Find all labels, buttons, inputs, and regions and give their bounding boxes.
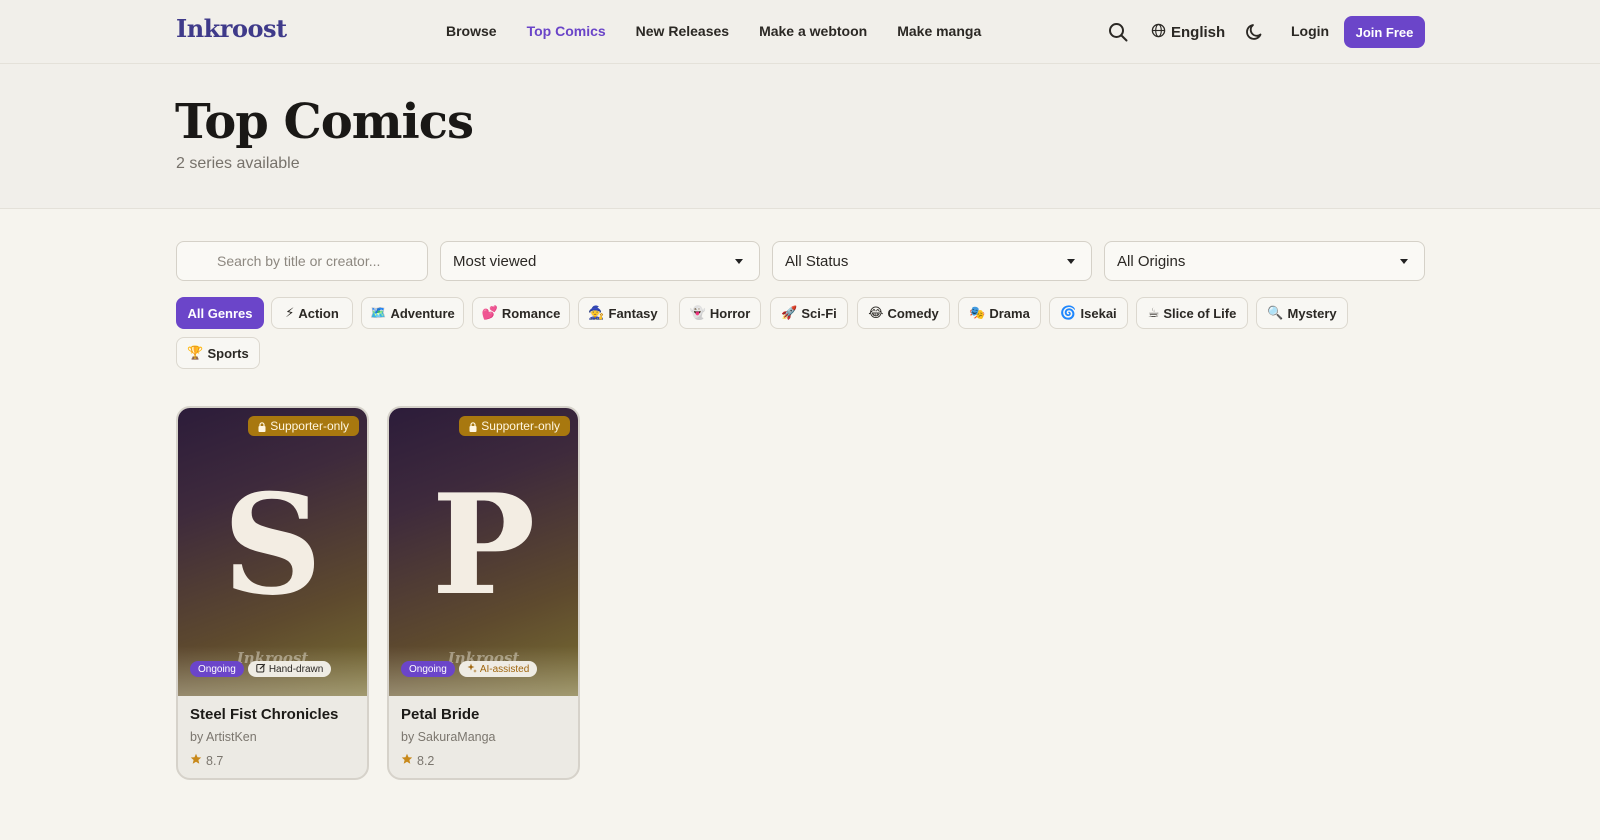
creation-method-badge: AI-assisted [458, 661, 538, 677]
login-link[interactable]: Login [1291, 23, 1329, 39]
language-selector[interactable]: English [1151, 22, 1225, 42]
comic-cover: S Inkroost Supporter-only [178, 408, 367, 696]
genre-chip-all[interactable]: All Genres [176, 297, 264, 329]
rating-value: 8.2 [417, 753, 435, 768]
supporter-badge-label: Supporter-only [270, 419, 349, 433]
comic-card[interactable]: S Inkroost Supporter-only Ongoing Hand-d… [176, 406, 369, 780]
card-tags: Ongoing Hand-drawn [190, 661, 332, 677]
origin-select[interactable]: All Origins [1104, 241, 1425, 281]
genre-emoji-icon: 👻 [689, 305, 706, 320]
supporter-badge: Supporter-only [248, 416, 359, 436]
genre-chip-comedy[interactable]: 😂 Comedy [857, 297, 950, 329]
genre-chip-drama[interactable]: 🎭 Drama [958, 297, 1041, 329]
status-select-value: All Status [785, 252, 849, 270]
genre-emoji-icon: 🗺️ [370, 305, 387, 320]
genre-chip-sci-fi[interactable]: 🚀 Sci-Fi [770, 297, 848, 329]
genre-emoji-icon: ☕ [1147, 305, 1160, 320]
genre-emoji-icon: 🌀 [1060, 305, 1077, 320]
genre-chip-sports[interactable]: 🏆 Sports [176, 337, 260, 369]
chevron-down-icon [1400, 259, 1408, 264]
language-label: English [1171, 23, 1226, 41]
join-free-button[interactable]: Join Free [1344, 16, 1425, 48]
genre-chip-label: Comedy [887, 305, 939, 321]
top-header: Inkroost Browse Top Comics New Releases … [0, 0, 1600, 64]
series-count: 2 series available [176, 155, 300, 172]
comic-cover: P Inkroost Supporter-only [389, 408, 578, 696]
star-icon [401, 753, 413, 768]
comic-rating: 8.7 [190, 753, 223, 768]
status-select[interactable]: All Status [772, 241, 1092, 281]
creation-method-label: AI-assisted [479, 663, 530, 675]
genre-emoji-icon: 🧙 [588, 305, 605, 320]
nav-top-comics[interactable]: Top Comics [527, 23, 606, 39]
genre-chip-mystery[interactable]: 🔍 Mystery [1256, 297, 1348, 329]
search-input[interactable] [176, 241, 428, 281]
genre-chip-horror[interactable]: 👻 Horror [679, 297, 761, 329]
creation-method-label: Hand-drawn [268, 663, 324, 675]
comic-creator: by ArtistKen [190, 730, 257, 744]
supporter-badge-label: Supporter-only [481, 419, 560, 433]
cover-letter: S [222, 463, 323, 626]
genre-chip-slice-of-life[interactable]: ☕ Slice of Life [1136, 297, 1248, 329]
nav-browse[interactable]: Browse [446, 23, 497, 39]
lock-icon [258, 421, 266, 432]
origin-select-value: All Origins [1117, 252, 1186, 270]
genre-chip-label: Action [298, 305, 339, 321]
genre-emoji-icon: 💕 [481, 305, 498, 320]
supporter-badge: Supporter-only [459, 416, 570, 436]
card-tags: Ongoing AI-assisted [401, 661, 538, 677]
genre-chip-fantasy[interactable]: 🧙 Fantasy [578, 297, 668, 329]
comic-creator: by SakuraManga [401, 730, 496, 744]
genre-chip-romance[interactable]: 💕 Romance [472, 297, 570, 329]
genre-chip-label: Adventure [390, 305, 455, 321]
cover-letter: P [431, 463, 536, 626]
main-nav: Browse Top Comics New Releases Make a we… [446, 23, 981, 39]
star-icon [190, 753, 202, 768]
genre-chip-label: Fantasy [608, 305, 658, 321]
status-badge: Ongoing [401, 661, 455, 677]
genre-chip-action[interactable]: ⚡ Action [271, 297, 353, 329]
comic-title: Steel Fist Chronicles [190, 706, 339, 723]
globe-icon [1151, 23, 1166, 42]
genre-chip-isekai[interactable]: 🌀 Isekai [1049, 297, 1128, 329]
comic-card[interactable]: P Inkroost Supporter-only Ongoing AI-ass… [387, 406, 580, 780]
page-hero: Top Comics 2 series available [0, 64, 1600, 209]
nav-new-releases[interactable]: New Releases [636, 23, 729, 39]
genre-chip-label: Mystery [1287, 305, 1337, 321]
site-logo[interactable]: Inkroost [176, 14, 287, 43]
genre-chip-label: Sports [207, 345, 249, 361]
genre-emoji-icon: 🏆 [187, 345, 204, 360]
genre-chip-adventure[interactable]: 🗺️ Adventure [361, 297, 464, 329]
comic-title: Petal Bride [401, 706, 480, 723]
genre-emoji-icon: ⚡ [285, 305, 295, 320]
genre-chip-label: Isekai [1080, 305, 1117, 321]
genre-chip-label: Drama [989, 305, 1030, 321]
page-title: Top Comics [175, 94, 474, 150]
genre-emoji-icon: 😂 [868, 305, 884, 320]
moon-icon[interactable] [1245, 22, 1265, 42]
sort-select[interactable]: Most viewed [440, 241, 760, 281]
sparkle-icon [467, 663, 477, 676]
comic-rating: 8.2 [401, 753, 434, 768]
genre-chip-label: Slice of Life [1163, 305, 1237, 321]
pencil-icon [256, 663, 266, 676]
sort-select-value: Most viewed [453, 252, 537, 270]
creation-method-badge: Hand-drawn [247, 661, 332, 677]
rating-value: 8.7 [206, 753, 224, 768]
lock-icon [469, 421, 477, 432]
genre-emoji-icon: 🔍 [1267, 305, 1284, 320]
genre-chip-label: Horror [709, 305, 751, 321]
genre-chip-label: All Genres [187, 305, 253, 321]
chevron-down-icon [1067, 259, 1075, 264]
genre-chip-label: Romance [501, 305, 561, 321]
genre-emoji-icon: 🚀 [781, 305, 798, 320]
chevron-down-icon [735, 259, 743, 264]
genre-chip-label: Sci-Fi [801, 305, 837, 321]
genre-emoji-icon: 🎭 [969, 305, 986, 320]
search-icon[interactable] [1108, 22, 1128, 42]
status-badge: Ongoing [190, 661, 244, 677]
nav-make-webtoon[interactable]: Make a webtoon [759, 23, 867, 39]
nav-make-manga[interactable]: Make manga [897, 23, 981, 39]
